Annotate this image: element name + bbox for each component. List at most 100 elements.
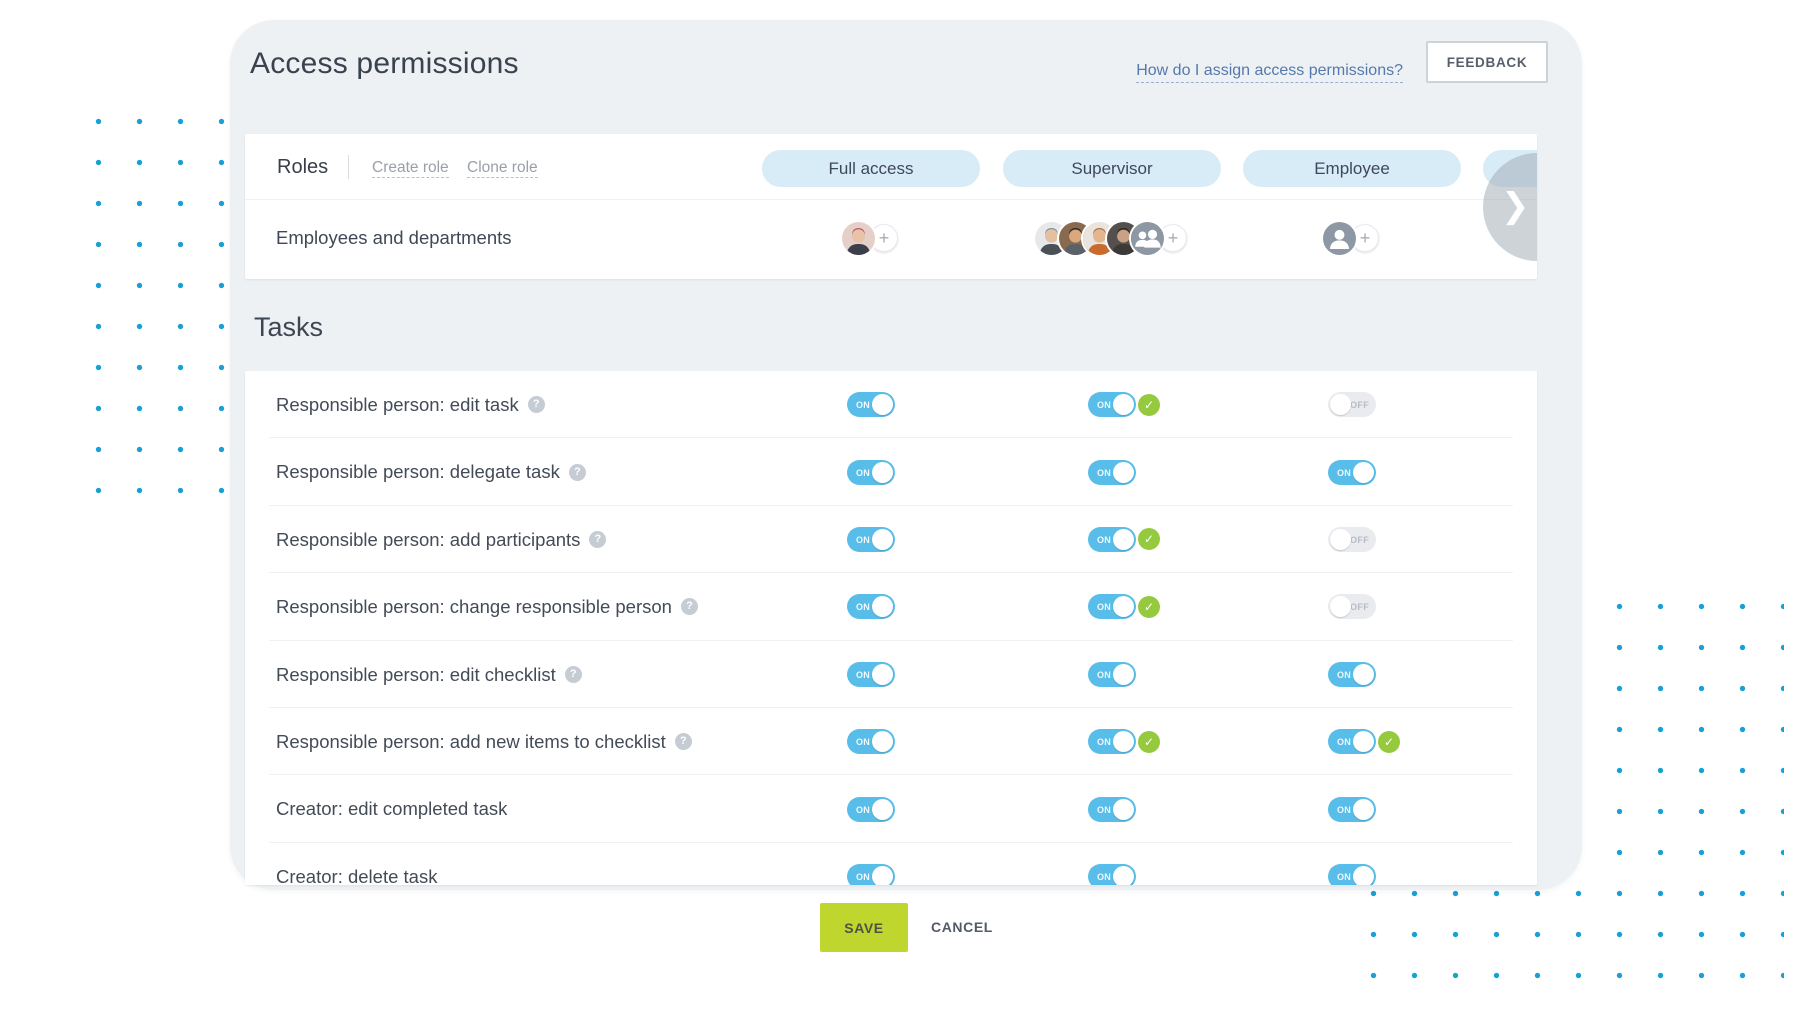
cancel-button[interactable]: CANCEL <box>925 903 999 952</box>
confirmed-check-icon: ✓ <box>1138 394 1160 416</box>
toggle-knob <box>1353 799 1374 820</box>
toggle-employee[interactable]: ON <box>1328 729 1376 754</box>
toggle-state-label: ON <box>1337 460 1351 485</box>
toggle-full-access[interactable]: ON <box>847 729 895 754</box>
help-link[interactable]: How do I assign access permissions? <box>1136 62 1403 83</box>
avatar-placeholder-icon[interactable] <box>1131 222 1164 255</box>
toggle-supervisor[interactable]: ON <box>1088 460 1136 485</box>
toggle-knob <box>872 799 893 820</box>
toggle-knob <box>872 596 893 617</box>
task-permission-row: Responsible person: change responsible p… <box>245 573 1537 640</box>
toggle-full-access[interactable]: ON <box>847 594 895 619</box>
toggle-full-access[interactable]: ON <box>847 527 895 552</box>
help-icon[interactable]: ? <box>681 598 698 615</box>
task-permission-label: Responsible person: edit checklist? <box>276 641 582 708</box>
toggle-knob <box>1113 664 1134 685</box>
toggle-state-label: ON <box>856 729 870 754</box>
task-permission-row: Responsible person: add new items to che… <box>245 708 1537 775</box>
toggle-full-access[interactable]: ON <box>847 662 895 687</box>
toggle-employee[interactable]: ON <box>1328 662 1376 687</box>
toggle-state-label: ON <box>856 392 870 417</box>
toggle-state-label: ON <box>856 460 870 485</box>
roles-header: Roles Create role Clone role Full access… <box>245 134 1537 199</box>
role-column-employee[interactable]: Employee <box>1243 150 1461 187</box>
toggle-knob <box>1353 462 1374 483</box>
page-title: Access permissions <box>250 47 519 81</box>
toggle-supervisor[interactable]: ON <box>1088 662 1136 687</box>
help-icon[interactable]: ? <box>528 396 545 413</box>
task-permission-row: Creator: edit completed task ON ON ON <box>245 775 1537 842</box>
toggle-knob <box>1113 596 1134 617</box>
toggle-state-label: OFF <box>1350 392 1369 417</box>
toggle-knob <box>1113 731 1134 752</box>
toggle-supervisor[interactable]: ON <box>1088 864 1136 885</box>
toggle-state-label: ON <box>1337 797 1351 822</box>
role-column-full-access[interactable]: Full access <box>762 150 980 187</box>
toggle-state-label: ON <box>1097 662 1111 687</box>
toggle-knob <box>1113 394 1134 415</box>
toggle-knob <box>1113 866 1134 885</box>
toggle-state-label: ON <box>1337 729 1351 754</box>
toggle-knob <box>1330 529 1351 550</box>
toggle-state-label: OFF <box>1350 527 1369 552</box>
create-role-link[interactable]: Create role <box>372 134 449 199</box>
task-permission-row: Responsible person: edit task?ONON✓OFF <box>245 371 1537 438</box>
toggle-employee[interactable]: ON <box>1328 797 1376 822</box>
toggle-supervisor[interactable]: ON <box>1088 797 1136 822</box>
toggle-knob <box>1330 394 1351 415</box>
divider <box>348 155 349 179</box>
confirmed-check-icon: ✓ <box>1378 731 1400 753</box>
toggle-full-access[interactable]: ON <box>847 460 895 485</box>
task-permission-label: Creator: edit completed task <box>276 775 507 842</box>
clone-role-link[interactable]: Clone role <box>467 134 538 199</box>
help-icon[interactable]: ? <box>569 464 586 481</box>
toggle-state-label: ON <box>856 864 870 885</box>
task-permission-label: Responsible person: add participants? <box>276 506 606 573</box>
task-permission-label: Responsible person: edit task? <box>276 371 545 438</box>
toggle-full-access[interactable]: ON <box>847 392 895 417</box>
avatar-photo[interactable] <box>842 222 875 255</box>
task-permission-label: Creator: delete task <box>276 843 437 885</box>
save-button[interactable]: SAVE <box>820 903 908 952</box>
toggle-state-label: ON <box>856 662 870 687</box>
toggle-employee[interactable]: OFF <box>1328 527 1376 552</box>
roles-panel: Roles Create role Clone role Full access… <box>245 134 1537 279</box>
toggle-full-access[interactable]: ON <box>847 797 895 822</box>
toggle-full-access[interactable]: ON <box>847 864 895 885</box>
help-icon[interactable]: ? <box>589 531 606 548</box>
toggle-knob <box>1113 799 1134 820</box>
tasks-panel: Responsible person: edit task?ONON✓OFFRe… <box>245 371 1537 885</box>
toggle-supervisor[interactable]: ON <box>1088 392 1136 417</box>
role-column-supervisor[interactable]: Supervisor <box>1003 150 1221 187</box>
toggle-state-label: ON <box>1337 864 1351 885</box>
toggle-state-label: ON <box>1097 594 1111 619</box>
create-role-label: Create role <box>372 159 449 178</box>
help-icon[interactable]: ? <box>565 666 582 683</box>
task-permission-row: Responsible person: delegate task? ON ON ON <box>245 438 1537 505</box>
toggle-supervisor[interactable]: ON <box>1088 527 1136 552</box>
toggle-state-label: ON <box>856 527 870 552</box>
decor-dots-left <box>78 101 242 511</box>
feedback-button[interactable]: FEEDBACK <box>1426 41 1548 83</box>
toggle-state-label: ON <box>856 594 870 619</box>
toggle-knob <box>1113 462 1134 483</box>
clone-role-label: Clone role <box>467 159 538 178</box>
toggle-employee[interactable]: ON <box>1328 864 1376 885</box>
toggle-state-label: OFF <box>1350 594 1369 619</box>
avatar-placeholder-icon[interactable] <box>1323 222 1356 255</box>
toggle-state-label: ON <box>1097 797 1111 822</box>
toggle-knob <box>1353 731 1374 752</box>
toggle-supervisor[interactable]: ON <box>1088 729 1136 754</box>
toggle-employee[interactable]: OFF <box>1328 392 1376 417</box>
employees-row-label: Employees and departments <box>276 200 512 279</box>
toggle-employee[interactable]: OFF <box>1328 594 1376 619</box>
toggle-state-label: ON <box>1097 527 1111 552</box>
task-permission-label: Responsible person: delegate task? <box>276 438 586 505</box>
toggle-state-label: ON <box>1097 460 1111 485</box>
task-permission-row: Responsible person: add participants? ON O… <box>245 506 1537 573</box>
toggle-employee[interactable]: ON <box>1328 460 1376 485</box>
toggle-knob <box>872 731 893 752</box>
toggle-state-label: ON <box>856 797 870 822</box>
toggle-supervisor[interactable]: ON <box>1088 594 1136 619</box>
help-icon[interactable]: ? <box>675 733 692 750</box>
